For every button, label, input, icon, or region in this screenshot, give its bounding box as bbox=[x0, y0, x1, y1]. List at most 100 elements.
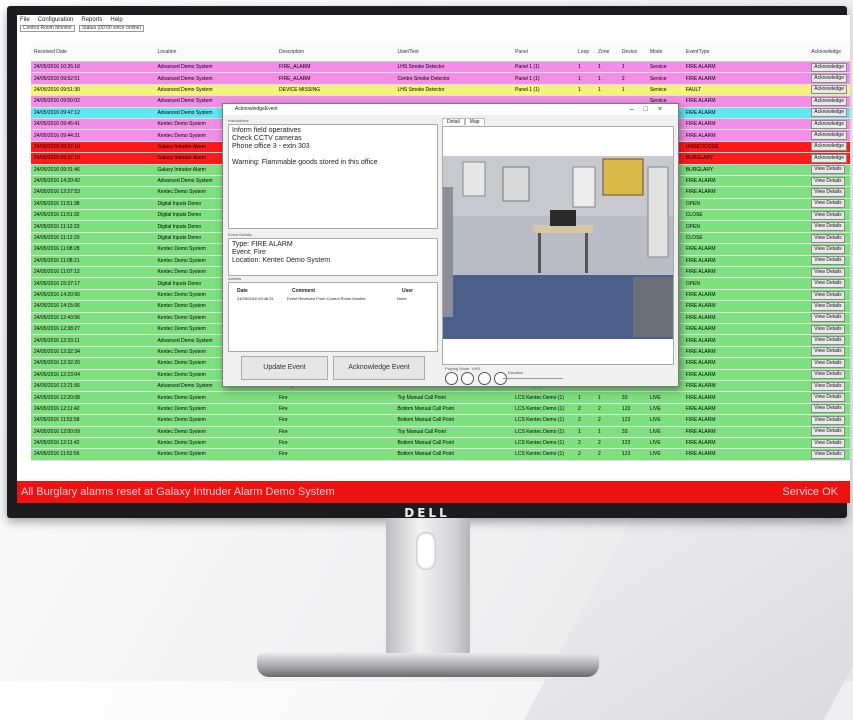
cell-dev: 2 bbox=[618, 72, 647, 85]
cell-type: OPEN bbox=[682, 220, 809, 233]
view-details-button[interactable]: View Details bbox=[811, 290, 845, 300]
cell-loop: 1 bbox=[575, 84, 595, 97]
cell-ack: Acknowledge bbox=[808, 72, 850, 85]
tab-map[interactable]: Map bbox=[464, 118, 485, 125]
cell-ack: Acknowledge bbox=[808, 95, 850, 108]
acknowledge-button[interactable]: Acknowledge bbox=[811, 119, 847, 129]
table-row[interactable]: 24/05/2016 11:52:58 Kentec Demo System Fir… bbox=[31, 414, 850, 427]
view-details-button[interactable]: View Details bbox=[811, 415, 845, 425]
duration-slider[interactable] bbox=[503, 378, 563, 379]
view-details-button[interactable]: View Details bbox=[811, 165, 845, 175]
rewind-button-icon[interactable] bbox=[445, 372, 458, 385]
acknowledge-button[interactable]: Acknowledge bbox=[811, 108, 847, 118]
acknowledge-button[interactable]: Acknowledge bbox=[811, 85, 847, 95]
window-controls[interactable]: –□× bbox=[630, 104, 672, 115]
view-details-button[interactable]: View Details bbox=[811, 244, 845, 254]
view-details-button[interactable]: View Details bbox=[811, 233, 845, 243]
acknowledge-button[interactable]: Acknowledge bbox=[811, 74, 847, 84]
acknowledge-button[interactable]: Acknowledge bbox=[811, 96, 847, 106]
view-details-button[interactable]: View Details bbox=[811, 449, 845, 459]
cell-type: FIRE ALARM bbox=[682, 414, 809, 427]
view-details-button[interactable]: View Details bbox=[811, 313, 845, 323]
view-details-button[interactable]: View Details bbox=[811, 267, 845, 277]
view-details-button[interactable]: View Details bbox=[811, 427, 845, 437]
play-button-icon[interactable] bbox=[461, 372, 475, 385]
view-details-button[interactable]: View Details bbox=[811, 222, 845, 232]
col-panel[interactable]: Panel bbox=[512, 43, 576, 62]
table-row[interactable]: 24/05/2016 12:11:42 Kentec Demo System Fir… bbox=[31, 437, 850, 450]
col-loop[interactable]: Loop bbox=[575, 43, 595, 62]
update-event-button[interactable]: Update Event bbox=[241, 356, 328, 380]
cell-date: 24/05/2016 11:52:58 bbox=[31, 414, 155, 427]
col-zone[interactable]: Zone bbox=[594, 43, 619, 62]
table-row[interactable]: 24/05/2016 12:11:42 Kentec Demo System Fir… bbox=[31, 403, 850, 416]
table-row[interactable]: 24/05/2016 10:26:18 Advanced Demo System F… bbox=[31, 61, 850, 74]
view-details-button[interactable]: View Details bbox=[811, 256, 845, 266]
view-details-button[interactable]: View Details bbox=[811, 279, 845, 289]
cell-zone: 1 bbox=[594, 391, 619, 404]
col-location[interactable]: Location bbox=[154, 43, 277, 62]
cell-desc: Fire bbox=[276, 414, 395, 427]
view-details-button[interactable]: View Details bbox=[811, 381, 845, 391]
view-details-button[interactable]: View Details bbox=[811, 438, 845, 448]
acknowledge-button[interactable]: Acknowledge bbox=[811, 142, 847, 152]
col-user-text[interactable]: User/Text bbox=[394, 43, 513, 62]
table-row[interactable]: 24/05/2016 09:52:51 Advanced Demo System F… bbox=[31, 72, 850, 85]
col-description[interactable]: Description bbox=[276, 43, 395, 62]
actions-row[interactable]: 24/05/2016 09:46:31 Event Received From … bbox=[232, 296, 434, 301]
cell-panel: LCS Kentec Demo (1) bbox=[512, 437, 576, 450]
view-details-button[interactable]: View Details bbox=[811, 187, 845, 197]
col-mode[interactable]: Mode bbox=[646, 43, 683, 62]
cctv-image bbox=[443, 127, 673, 364]
col-received-date[interactable]: Received Date bbox=[31, 43, 155, 62]
view-details-button[interactable]: View Details bbox=[811, 370, 845, 380]
pause-button-icon[interactable] bbox=[477, 372, 491, 385]
instruction-line: Phone office 3 - extn 303 bbox=[232, 143, 310, 150]
cell-ack: Acknowledge bbox=[808, 129, 850, 142]
cell-type: FIRE ALARM bbox=[682, 312, 809, 325]
acknowledge-event-button[interactable]: Acknowledge Event bbox=[333, 356, 425, 380]
cell-loc: Kentec Demo System bbox=[154, 448, 277, 461]
menu-configuration[interactable]: Configuration bbox=[38, 17, 74, 23]
col-event-type[interactable]: EventType bbox=[682, 43, 809, 62]
cell-ack: View Details bbox=[808, 186, 850, 199]
table-row[interactable]: 24/05/2016 12:20:08 Kentec Demo System Fir… bbox=[31, 391, 850, 404]
control-room-tab[interactable]: Control Room Monitor bbox=[20, 25, 75, 32]
table-row[interactable]: 24/05/2016 11:52:56 Kentec Demo System Fir… bbox=[31, 448, 850, 461]
cell-date: 24/05/2016 12:33:11 bbox=[31, 334, 155, 347]
cell-user: Bottom Manual Call Point bbox=[394, 403, 513, 416]
cell-ack: View Details bbox=[808, 437, 850, 450]
view-details-button[interactable]: View Details bbox=[811, 199, 845, 209]
menu-help[interactable]: Help bbox=[110, 17, 122, 23]
acknowledge-button[interactable]: Acknowledge bbox=[811, 62, 847, 72]
cell-ack: View Details bbox=[808, 255, 850, 268]
view-details-button[interactable]: View Details bbox=[811, 301, 845, 311]
actions-col-user: User bbox=[402, 288, 414, 294]
cell-date: 24/05/2016 11:12:23 bbox=[31, 220, 155, 233]
view-details-button[interactable]: View Details bbox=[811, 336, 845, 346]
menu-file[interactable]: File bbox=[20, 17, 30, 23]
cell-ack: View Details bbox=[808, 164, 850, 176]
table-row[interactable]: 24/05/2016 12:00:09 Kentec Demo System Fir… bbox=[31, 426, 850, 438]
cell-date: 24/05/2016 12:11:42 bbox=[31, 437, 155, 450]
cell-type: FIRE ALARM bbox=[682, 129, 809, 142]
cell-zone: 2 bbox=[594, 448, 619, 461]
cell-type: FIRE ALARM bbox=[682, 437, 809, 450]
view-details-button[interactable]: View Details bbox=[811, 358, 845, 368]
col-device[interactable]: Device bbox=[618, 43, 647, 62]
col-acknowledge[interactable]: Acknowledge bbox=[808, 43, 850, 62]
view-details-button[interactable]: View Details bbox=[811, 347, 845, 357]
tab-detail[interactable]: Detail bbox=[442, 118, 465, 125]
menu-reports[interactable]: Reports bbox=[81, 17, 102, 23]
view-details-button[interactable]: View Details bbox=[811, 393, 845, 403]
cell-ack: View Details bbox=[808, 403, 850, 416]
view-details-button[interactable]: View Details bbox=[811, 404, 845, 414]
view-details-button[interactable]: View Details bbox=[811, 324, 845, 334]
cell-zone: 1 bbox=[594, 61, 619, 74]
view-details-button[interactable]: View Details bbox=[811, 176, 845, 186]
acknowledge-button[interactable]: Acknowledge bbox=[811, 131, 847, 141]
view-details-button[interactable]: View Details bbox=[811, 210, 845, 220]
table-row[interactable]: 24/05/2016 09:51:30 Advanced Demo System D… bbox=[31, 84, 850, 97]
status-tab[interactable]: Status (00:00 since online) bbox=[78, 25, 145, 32]
acknowledge-button[interactable]: Acknowledge bbox=[811, 153, 847, 163]
